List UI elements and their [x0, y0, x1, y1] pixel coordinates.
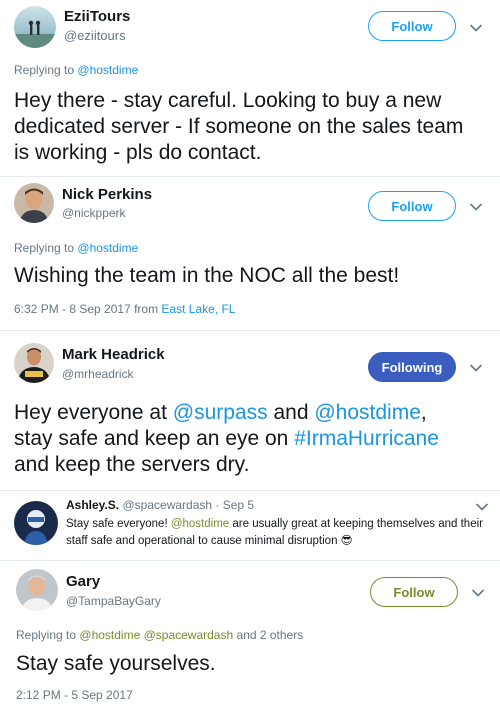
- tweet-text: Hey everyone at @surpass and @hostdime, …: [14, 400, 494, 478]
- chevron-down-icon[interactable]: [474, 499, 488, 513]
- author-handle[interactable]: @eziitours: [64, 28, 126, 43]
- chevron-down-icon[interactable]: [468, 199, 484, 215]
- author-handle[interactable]: @nickpperk: [62, 206, 126, 220]
- location-link[interactable]: East Lake, FL: [161, 302, 235, 316]
- avatar[interactable]: [14, 6, 56, 48]
- mention-link[interactable]: @hostdime: [77, 63, 138, 77]
- author-name[interactable]: Ashley.S.: [66, 498, 119, 512]
- avatar[interactable]: [16, 569, 58, 611]
- tweet-ashley: Ashley.S. @spacewardash · Sep 5 Stay saf…: [0, 491, 500, 561]
- mention-link[interactable]: @surpass: [173, 401, 268, 424]
- replying-to: Replying to @hostdime @spacewardash and …: [16, 628, 304, 642]
- avatar[interactable]: [14, 343, 54, 383]
- tweet-text: Stay safe yourselves.: [16, 652, 216, 675]
- avatar[interactable]: [14, 501, 58, 545]
- author-name[interactable]: Gary: [66, 573, 100, 590]
- tweet-mark-headrick: Mark Headrick @mrheadrick Following Hey …: [0, 331, 500, 491]
- tweet-line-3: and keep the servers dry.: [14, 453, 250, 476]
- chevron-down-icon[interactable]: [468, 20, 484, 36]
- follow-button[interactable]: Follow: [368, 11, 456, 41]
- tweet-eziitours: EziiTours @eziitours Follow Replying to …: [0, 0, 500, 176]
- replying-to: Replying to @hostdime: [14, 63, 139, 77]
- author-handle[interactable]: @spacewardash: [122, 498, 212, 512]
- tweet-text: Wishing the team in the NOC all the best…: [14, 264, 400, 287]
- tweet-line-2: stay safe and keep an eye on #IrmaHurric…: [14, 427, 439, 450]
- tweet-date[interactable]: · Sep 5: [215, 498, 254, 512]
- following-button[interactable]: Following: [368, 352, 456, 382]
- mention-link[interactable]: @hostdime: [171, 518, 229, 530]
- mention-link[interactable]: @hostdime: [77, 241, 138, 255]
- avatar[interactable]: [14, 183, 54, 223]
- mention-link[interactable]: @hostdime: [314, 401, 421, 424]
- chevron-down-icon[interactable]: [470, 585, 486, 601]
- tweet-timestamp: 6:32 PM - 8 Sep 2017 from East Lake, FL: [14, 302, 236, 316]
- author-name[interactable]: Mark Headrick: [62, 346, 165, 363]
- author-line: Ashley.S. @spacewardash · Sep 5: [66, 498, 254, 512]
- follow-button[interactable]: Follow: [370, 577, 458, 607]
- tweet-gary: Gary @TampaBayGary Follow Replying to @h…: [0, 561, 500, 705]
- author-name[interactable]: Nick Perkins: [62, 186, 152, 203]
- chevron-down-icon[interactable]: [468, 360, 484, 376]
- mention-link[interactable]: @hostdime @spacewardash: [79, 628, 233, 642]
- hashtag-link[interactable]: #IrmaHurricane: [294, 427, 439, 450]
- author-name[interactable]: EziiTours: [64, 8, 130, 25]
- follow-button[interactable]: Follow: [368, 191, 456, 221]
- replying-to: Replying to @hostdime: [14, 241, 139, 255]
- emoji-sunglasses: 😎: [340, 535, 353, 547]
- tweet-nick-perkins: Nick Perkins @nickpperk Follow Replying …: [0, 177, 500, 328]
- tweet-line-1: Hey everyone at @surpass and @hostdime,: [14, 401, 427, 424]
- tweet-text: Hey there - stay careful. Looking to buy…: [14, 89, 464, 164]
- author-handle[interactable]: @mrheadrick: [62, 367, 134, 381]
- author-handle[interactable]: @TampaBayGary: [66, 594, 161, 608]
- tweet-timestamp[interactable]: 2:12 PM - 5 Sep 2017: [16, 688, 133, 702]
- tweet-text: Stay safe everyone! @hostdime are usuall…: [66, 518, 483, 547]
